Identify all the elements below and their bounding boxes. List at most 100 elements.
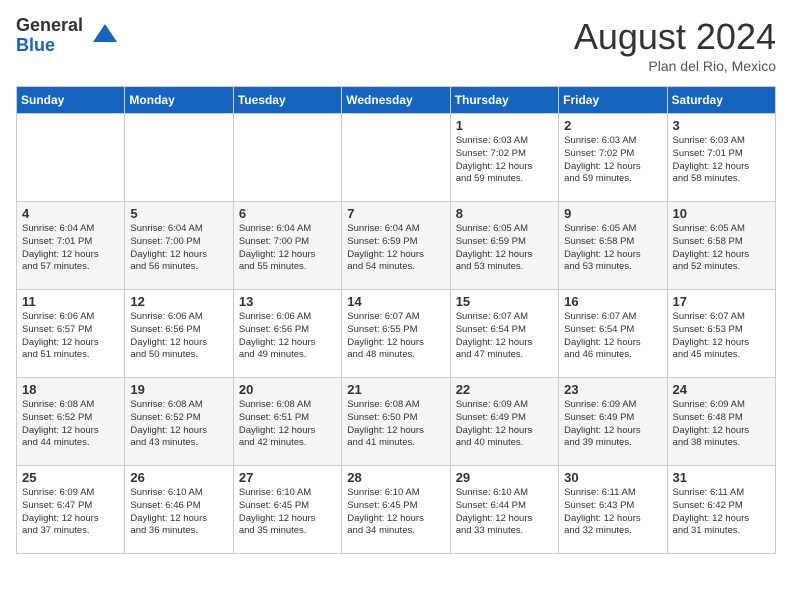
calendar-cell: 9 Sunrise: 6:05 AM Sunset: 6:58 PM Daylig… (559, 202, 667, 290)
day-number: 12 (130, 294, 227, 309)
day-info: Sunrise: 6:10 AM Sunset: 6:46 PM Dayligh… (130, 487, 227, 538)
day-info: Sunrise: 6:09 AM Sunset: 6:49 PM Dayligh… (564, 399, 661, 450)
day-number: 28 (347, 470, 444, 485)
day-number: 2 (564, 118, 661, 133)
day-info: Sunrise: 6:05 AM Sunset: 6:59 PM Dayligh… (456, 223, 553, 274)
day-number: 17 (673, 294, 770, 309)
day-info: Sunrise: 6:06 AM Sunset: 6:56 PM Dayligh… (239, 311, 336, 362)
day-number: 19 (130, 382, 227, 397)
day-info: Sunrise: 6:03 AM Sunset: 7:02 PM Dayligh… (564, 135, 661, 186)
calendar-cell: 22Sunrise: 6:09 AM Sunset: 6:49 PM Dayli… (450, 378, 558, 466)
day-number: 20 (239, 382, 336, 397)
day-info: Sunrise: 6:08 AM Sunset: 6:51 PM Dayligh… (239, 399, 336, 450)
calendar-cell: 14Sunrise: 6:07 AM Sunset: 6:55 PM Dayli… (342, 290, 450, 378)
page-header: General Blue August 2024 Plan del Rio, M… (16, 16, 776, 74)
calendar-cell: 5Sunrise: 6:04 AM Sunset: 7:00 PM Daylig… (125, 202, 233, 290)
calendar-header: Sunday Monday Tuesday Wednesday Thursday… (17, 87, 776, 114)
header-row: Sunday Monday Tuesday Wednesday Thursday… (17, 87, 776, 114)
calendar-cell: 23 Sunrise: 6:09 AM Sunset: 6:49 PM Dayli… (559, 378, 667, 466)
day-number: 13 (239, 294, 336, 309)
calendar-body: 1 Sunrise: 6:03 AM Sunset: 7:02 PM Daylig… (17, 114, 776, 554)
col-saturday: Saturday (667, 87, 775, 114)
day-info: Sunrise: 6:11 AM Sunset: 6:43 PM Dayligh… (564, 487, 661, 538)
day-info: Sunrise: 6:03 AM Sunset: 7:02 PM Dayligh… (456, 135, 553, 186)
day-info: Sunrise: 6:10 AM Sunset: 6:45 PM Dayligh… (347, 487, 444, 538)
logo-icon (91, 22, 119, 50)
calendar-week-row: 11 Sunrise: 6:06 AM Sunset: 6:57 PM Dayli… (17, 290, 776, 378)
day-number: 5 (130, 206, 227, 221)
calendar-cell: 26 Sunrise: 6:10 AM Sunset: 6:46 PM Dayli… (125, 466, 233, 554)
day-number: 25 (22, 470, 119, 485)
day-number: 30 (564, 470, 661, 485)
day-info: Sunrise: 6:05 AM Sunset: 6:58 PM Dayligh… (564, 223, 661, 274)
calendar-cell: 17 Sunrise: 6:07 AM Sunset: 6:53 PM Dayli… (667, 290, 775, 378)
calendar-cell: 29 Sunrise: 6:10 AM Sunset: 6:44 PM Dayli… (450, 466, 558, 554)
day-info: Sunrise: 6:06 AM Sunset: 6:57 PM Dayligh… (22, 311, 119, 362)
day-number: 18 (22, 382, 119, 397)
day-number: 23 (564, 382, 661, 397)
calendar-week-row: 25Sunrise: 6:09 AM Sunset: 6:47 PM Dayli… (17, 466, 776, 554)
day-info: Sunrise: 6:09 AM Sunset: 6:48 PM Dayligh… (673, 399, 770, 450)
calendar-cell: 18Sunrise: 6:08 AM Sunset: 6:52 PM Dayli… (17, 378, 125, 466)
calendar-cell: 25Sunrise: 6:09 AM Sunset: 6:47 PM Dayli… (17, 466, 125, 554)
day-info: Sunrise: 6:07 AM Sunset: 6:54 PM Dayligh… (456, 311, 553, 362)
day-number: 11 (22, 294, 119, 309)
logo-blue-text: Blue (16, 36, 83, 56)
day-number: 6 (239, 206, 336, 221)
calendar-cell: 6Sunrise: 6:04 AM Sunset: 7:00 PM Daylig… (233, 202, 341, 290)
calendar-cell (125, 114, 233, 202)
month-title: August 2024 (574, 16, 776, 58)
calendar-cell (342, 114, 450, 202)
day-number: 31 (673, 470, 770, 485)
col-thursday: Thursday (450, 87, 558, 114)
day-info: Sunrise: 6:05 AM Sunset: 6:58 PM Dayligh… (673, 223, 770, 274)
day-number: 27 (239, 470, 336, 485)
day-info: Sunrise: 6:04 AM Sunset: 7:01 PM Dayligh… (22, 223, 119, 274)
col-tuesday: Tuesday (233, 87, 341, 114)
day-info: Sunrise: 6:03 AM Sunset: 7:01 PM Dayligh… (673, 135, 770, 186)
calendar-cell (233, 114, 341, 202)
calendar-cell: 10 Sunrise: 6:05 AM Sunset: 6:58 PM Dayli… (667, 202, 775, 290)
calendar-cell: 3 Sunrise: 6:03 AM Sunset: 7:01 PM Daylig… (667, 114, 775, 202)
calendar-cell: 21 Sunrise: 6:08 AM Sunset: 6:50 PM Dayli… (342, 378, 450, 466)
calendar-cell: 16Sunrise: 6:07 AM Sunset: 6:54 PM Dayli… (559, 290, 667, 378)
calendar-cell: 27 Sunrise: 6:10 AM Sunset: 6:45 PM Dayli… (233, 466, 341, 554)
calendar-cell: 31 Sunrise: 6:11 AM Sunset: 6:42 PM Dayli… (667, 466, 775, 554)
calendar-cell: 12 Sunrise: 6:06 AM Sunset: 6:56 PM Dayli… (125, 290, 233, 378)
day-info: Sunrise: 6:11 AM Sunset: 6:42 PM Dayligh… (673, 487, 770, 538)
calendar-week-row: 1 Sunrise: 6:03 AM Sunset: 7:02 PM Daylig… (17, 114, 776, 202)
calendar-cell: 30 Sunrise: 6:11 AM Sunset: 6:43 PM Dayli… (559, 466, 667, 554)
title-block: August 2024 Plan del Rio, Mexico (574, 16, 776, 74)
day-info: Sunrise: 6:07 AM Sunset: 6:53 PM Dayligh… (673, 311, 770, 362)
calendar-cell: 15 Sunrise: 6:07 AM Sunset: 6:54 PM Dayli… (450, 290, 558, 378)
day-number: 22 (456, 382, 553, 397)
day-number: 29 (456, 470, 553, 485)
day-number: 10 (673, 206, 770, 221)
day-number: 3 (673, 118, 770, 133)
day-info: Sunrise: 6:08 AM Sunset: 6:50 PM Dayligh… (347, 399, 444, 450)
col-wednesday: Wednesday (342, 87, 450, 114)
day-number: 9 (564, 206, 661, 221)
col-friday: Friday (559, 87, 667, 114)
calendar-cell: 13 Sunrise: 6:06 AM Sunset: 6:56 PM Dayli… (233, 290, 341, 378)
calendar-cell: 11 Sunrise: 6:06 AM Sunset: 6:57 PM Dayli… (17, 290, 125, 378)
calendar-cell: 19 Sunrise: 6:08 AM Sunset: 6:52 PM Dayli… (125, 378, 233, 466)
calendar-table: Sunday Monday Tuesday Wednesday Thursday… (16, 86, 776, 554)
day-number: 1 (456, 118, 553, 133)
day-info: Sunrise: 6:10 AM Sunset: 6:44 PM Dayligh… (456, 487, 553, 538)
calendar-cell (17, 114, 125, 202)
calendar-week-row: 18 Sunrise: 6:08 AM Sunset: 6:52 PM Dayli… (17, 378, 776, 466)
day-number: 15 (456, 294, 553, 309)
day-number: 24 (673, 382, 770, 397)
day-number: 21 (347, 382, 444, 397)
col-monday: Monday (125, 87, 233, 114)
calendar-cell: 8Sunrise: 6:05 AM Sunset: 6:59 PM Daylig… (450, 202, 558, 290)
day-number: 14 (347, 294, 444, 309)
day-number: 16 (564, 294, 661, 309)
day-info: Sunrise: 6:10 AM Sunset: 6:45 PM Dayligh… (239, 487, 336, 538)
calendar-cell: 28 Sunrise: 6:10 AM Sunset: 6:45 PM Dayli… (342, 466, 450, 554)
day-info: Sunrise: 6:06 AM Sunset: 6:56 PM Dayligh… (130, 311, 227, 362)
day-number: 26 (130, 470, 227, 485)
day-info: Sunrise: 6:08 AM Sunset: 6:52 PM Dayligh… (130, 399, 227, 450)
calendar-cell: 1 Sunrise: 6:03 AM Sunset: 7:02 PM Daylig… (450, 114, 558, 202)
